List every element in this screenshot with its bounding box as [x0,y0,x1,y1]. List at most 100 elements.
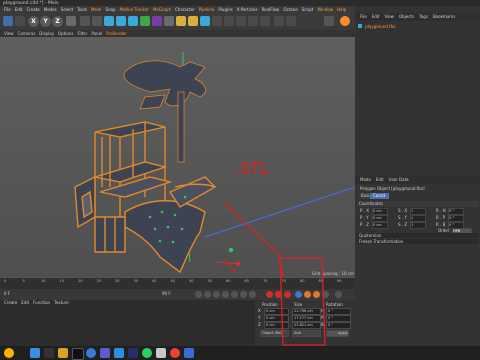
om-menu-objects[interactable]: Objects [399,13,414,21]
file-explorer-icon[interactable] [58,348,68,358]
prev-frame-icon[interactable] [213,291,220,298]
go-start-icon[interactable] [195,291,202,298]
rh-field[interactable]: 0 ° [448,208,464,215]
vscode-icon[interactable] [114,348,124,358]
teams-icon[interactable] [100,348,110,358]
viewport-menu-panel[interactable]: Panel [91,30,102,37]
extra-icon-2[interactable] [310,16,320,26]
menu-tools[interactable]: Tools [77,6,87,13]
menu-window[interactable]: Window [317,6,333,13]
menu-pipeline[interactable]: Pipeline [199,6,215,13]
autokey-icon[interactable] [275,291,282,298]
menu-snap[interactable]: Snap [105,6,115,13]
notepad-icon[interactable] [156,348,166,358]
next-frame-icon[interactable] [231,291,238,298]
settings-icon[interactable] [340,16,350,26]
layout-icon[interactable] [274,16,284,26]
search-icon[interactable] [44,348,54,358]
am-menu-user-data[interactable]: User Data [389,176,409,184]
rotate-key-icon[interactable] [304,291,311,298]
coordinates-section[interactable]: Coordinates [357,201,479,207]
material-menu-texture[interactable]: Texture [54,300,69,306]
render-view-icon[interactable] [80,16,90,26]
octane-icon[interactable] [260,16,270,26]
viewport-menu-options[interactable]: Options [58,30,73,37]
move-key-icon[interactable] [295,291,302,298]
z-axis-lock[interactable]: Z [52,16,63,27]
menu-character[interactable]: Character [175,6,195,13]
x-axis-lock[interactable]: X [28,16,39,27]
sy-field[interactable]: 1 [410,215,426,222]
material-manager[interactable] [0,300,255,346]
outlook-icon[interactable] [184,348,194,358]
om-menu-tags[interactable]: Tags [419,13,428,21]
live-select-icon[interactable] [15,16,25,26]
rot-p-field[interactable]: 0 ° [326,315,351,322]
python-icon[interactable] [324,16,334,26]
menu-select[interactable]: Select [61,6,73,13]
windows-start-icon[interactable] [30,348,40,358]
px-field[interactable]: 0 cm [372,208,388,215]
tab-coord[interactable]: Coord. [370,193,390,199]
object-manager[interactable]: playground.fbx [356,21,479,171]
go-end-icon[interactable] [249,291,256,298]
sx-field[interactable]: 1 [410,208,426,215]
mograph-icon[interactable] [212,16,222,26]
menu-plugins[interactable]: Plugins [218,6,232,13]
frame-start-field[interactable]: 0 F [4,291,10,296]
particles-icon[interactable] [236,16,246,26]
am-menu-edit[interactable]: Edit [376,176,384,184]
material-menu-create[interactable]: Create [4,300,17,306]
viewport-menu-display[interactable]: Display [39,30,54,37]
next-key-icon[interactable] [240,291,247,298]
menu-script[interactable]: Script [302,6,314,13]
size-y-field[interactable]: 17.177 cm [292,315,321,322]
rot-b-field[interactable]: 0 ° [326,322,351,329]
light-icon[interactable] [188,16,198,26]
size-mode-select[interactable]: Size [292,330,321,337]
frame-end-field[interactable]: 90 F [162,291,171,296]
whatsapp-icon[interactable] [142,348,152,358]
play-icon[interactable] [222,291,229,298]
object-row[interactable]: playground.fbx [358,24,418,30]
menu-x-particles[interactable]: X-Particles [237,6,258,13]
am-menu-mode[interactable]: Mode [360,176,371,184]
plugin-icon[interactable] [224,16,234,26]
om-menu-view[interactable]: View [384,13,394,21]
generator-icon[interactable] [140,16,150,26]
realflow-icon[interactable] [248,16,258,26]
scene-icon[interactable] [164,16,174,26]
extra-icon[interactable] [298,16,308,26]
prev-key-icon[interactable] [204,291,211,298]
freeze-section[interactable]: Freeze Transformation [357,239,479,244]
timeline-menu-icon[interactable] [335,291,342,298]
viewport-menu-view[interactable]: View [4,30,14,37]
menu-edit[interactable]: Edit [15,6,23,13]
menu-help[interactable]: Help [337,6,346,13]
viewport-menu-cameras[interactable]: Cameras [18,30,36,37]
size-z-field[interactable]: 23.821 cm [292,322,321,329]
keyframe-icon[interactable] [284,291,291,298]
help-icon[interactable] [286,16,296,26]
menu-octane[interactable]: Octane [283,6,297,13]
deformer-icon[interactable] [152,16,162,26]
size-x-field[interactable]: 21.796 cm [292,308,321,315]
menu-motion-tracker[interactable]: Motion Tracker [120,6,149,13]
quaternion-section[interactable]: Quaternion [357,233,479,238]
app-icon[interactable] [128,348,138,358]
material-menu-edit[interactable]: Edit [21,300,29,306]
chrome-icon[interactable] [170,348,180,358]
record-icon[interactable] [266,291,273,298]
menu-file[interactable]: File [4,6,11,13]
viewport-menu-prorender[interactable]: ProRender [106,30,127,37]
menu-create[interactable]: Create [26,6,39,13]
rp-field[interactable]: 0 ° [448,215,464,222]
viewport-menu-filter[interactable]: Filter [77,30,87,37]
coord-mode-select[interactable]: Object (Rel) [260,330,289,337]
rot-h-field[interactable]: 0 ° [326,308,351,315]
menu-mograph[interactable]: MoGraph [153,6,171,13]
x-app-icon[interactable] [72,348,84,360]
y-axis-lock[interactable]: Y [40,16,51,27]
om-menu-bookmarks[interactable]: Bookmarks [433,13,455,21]
weather-icon[interactable] [4,348,14,358]
